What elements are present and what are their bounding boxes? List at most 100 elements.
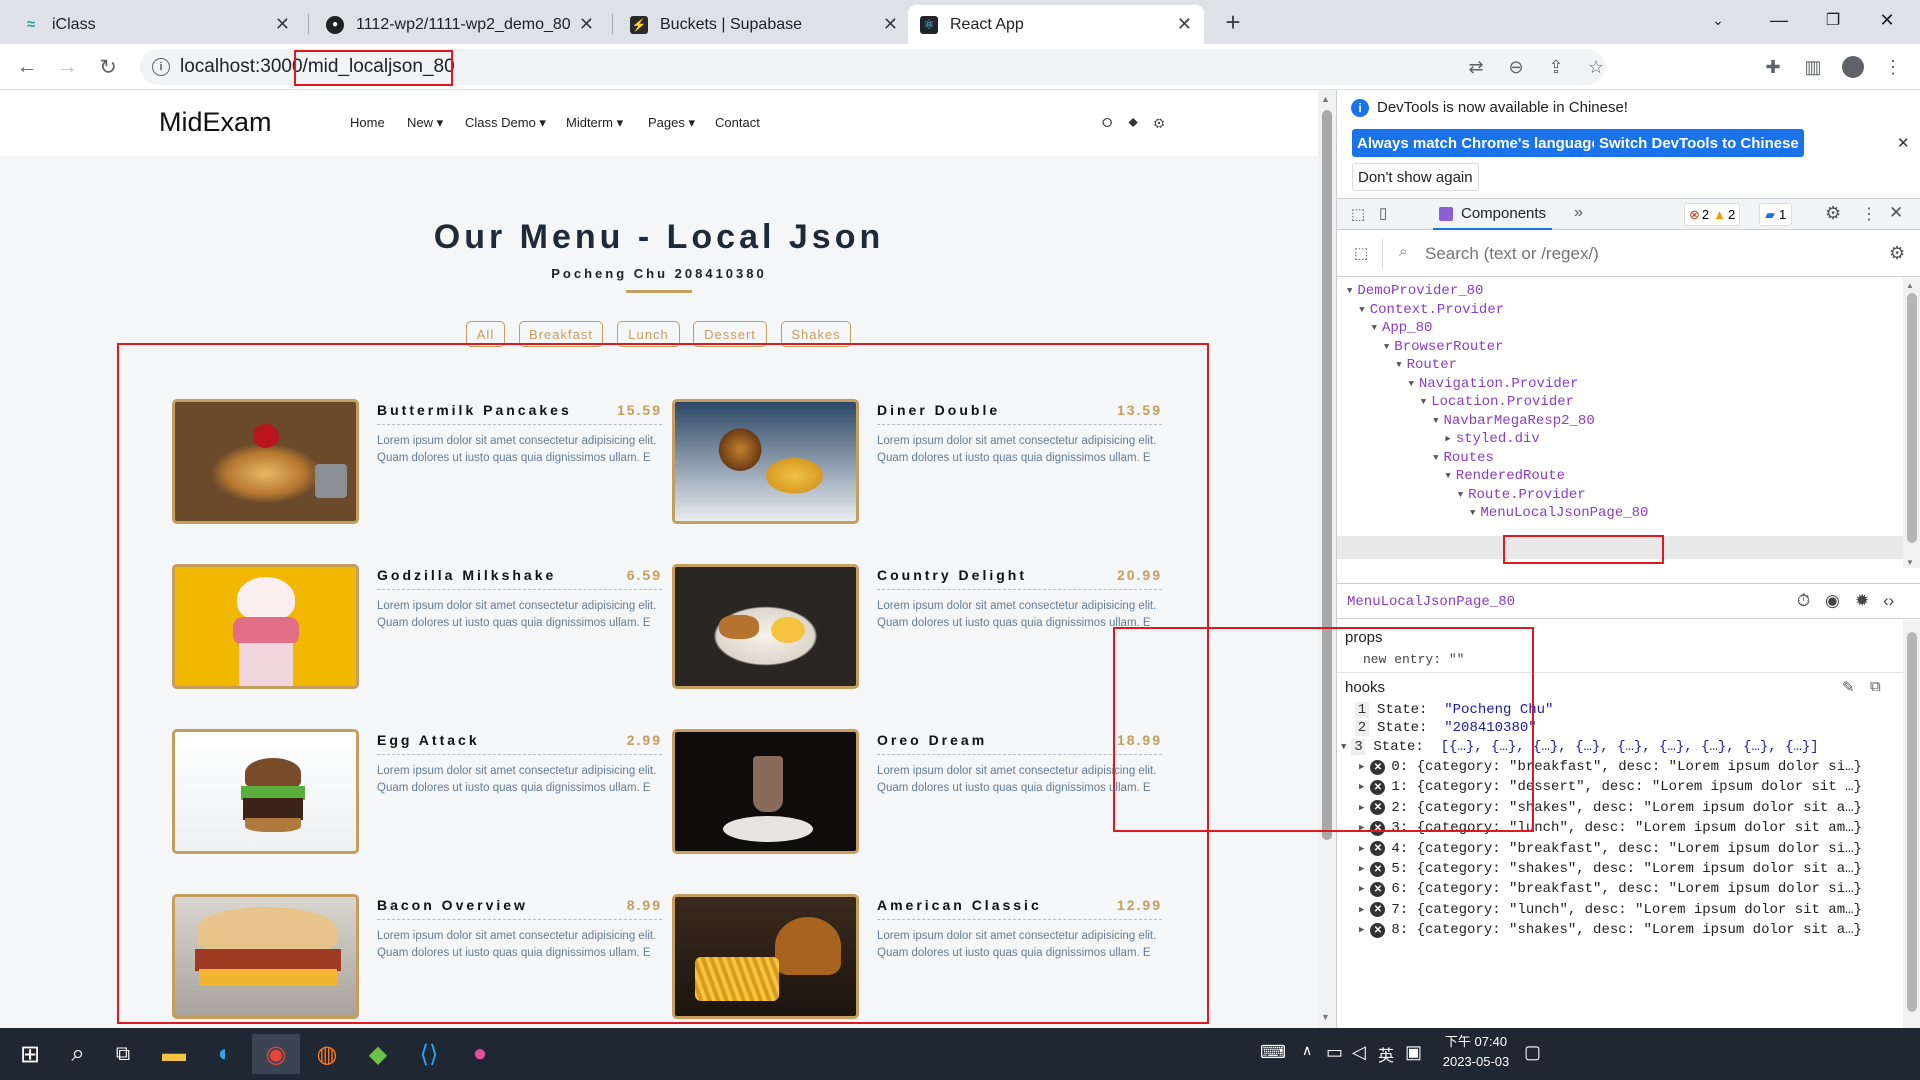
expand-toggle-icon[interactable]: ▶ [1445,434,1450,444]
bug-icon[interactable]: ✹ [1855,591,1869,611]
eye-icon[interactable]: ◉ [1825,591,1840,611]
vscode-icon[interactable]: ⟨⟩ [405,1034,453,1074]
back-icon[interactable]: ← [12,52,42,82]
remove-item-icon[interactable]: ✕ [1370,841,1386,857]
network-icon[interactable]: ▭ [1326,1042,1343,1063]
firefox-icon[interactable]: ◍ [303,1034,351,1074]
select-component-icon[interactable]: ⬚ [1354,244,1368,262]
expand-toggle-icon[interactable]: ▶ [1359,925,1364,935]
nav-class-demo[interactable]: Class Demo ▾ [465,115,546,131]
reload-icon[interactable]: ↻ [93,52,123,82]
chrome-menu-icon[interactable]: ⋮ [1880,54,1906,80]
expand-toggle-icon[interactable]: ▼ [1384,342,1389,352]
close-banner-icon[interactable]: ✕ [1897,134,1910,152]
profile-avatar[interactable] [1840,54,1866,80]
share-icon[interactable]: ⇪ [1543,54,1569,80]
chrome-icon[interactable]: ◉ [252,1034,300,1074]
issues-counter[interactable]: ⊗ 2 ▲ 2 [1684,203,1741,226]
expand-toggle-icon[interactable]: ▼ [1359,305,1364,315]
maximize-button[interactable]: ❐ [1810,0,1856,40]
keyboard-icon[interactable]: ⌨ [1260,1042,1286,1063]
ime-indicator[interactable]: 英 [1378,1042,1394,1066]
tree-scrollbar[interactable]: ▲ ▼ [1903,278,1920,568]
start-windows-icon[interactable]: ⊞ [6,1034,54,1074]
drop-app-icon[interactable]: ● [456,1034,504,1074]
close-tab-icon[interactable]: ✕ [1177,14,1192,35]
expand-toggle-icon[interactable]: ▼ [1409,379,1414,389]
inspect-element-icon[interactable]: ⬚ [1351,205,1365,223]
nav-midterm[interactable]: Midterm ▾ [566,115,623,131]
scroll-down-icon[interactable]: ▼ [1321,1012,1330,1022]
device-toolbar-icon[interactable]: ▯ [1379,204,1387,222]
component-settings-icon[interactable]: ⚙ [1889,243,1905,264]
component-tree-node[interactable]: ▼ MenuLocalJsonPage_80 [1337,502,1897,525]
zoom-icon[interactable]: ⊖ [1503,54,1529,80]
system-clock[interactable]: 下午 07:40 2023-05-03 [1436,1032,1516,1072]
extensions-icon[interactable]: ✚ [1760,54,1786,80]
notification-icon[interactable]: ▢ [1524,1042,1541,1063]
translate-icon[interactable]: ⇄ [1463,54,1489,80]
expand-toggle-icon[interactable]: ▼ [1445,471,1450,481]
expand-toggle-icon[interactable]: ▶ [1359,884,1364,894]
state-array-item[interactable]: ▶ ✕ 8: {category: "shakes", desc: "Lorem i… [1359,918,1903,943]
expand-toggle-icon[interactable]: ▼ [1347,286,1352,296]
parse-hooks-icon[interactable]: ✎ [1842,678,1855,696]
site-info-icon[interactable]: i [152,58,170,76]
remove-item-icon[interactable]: ✕ [1370,922,1386,938]
forward-icon[interactable]: → [52,52,82,82]
devtools-menu-icon[interactable]: ⋮ [1861,204,1877,224]
nav-home[interactable]: Home [350,115,385,130]
detail-scrollbar[interactable] [1903,620,1920,1028]
close-tab-icon[interactable]: ✕ [883,14,898,35]
nav-new[interactable]: New ▾ [407,115,443,131]
switch-chinese-button[interactable]: Switch DevTools to Chinese [1594,129,1804,157]
tab-github[interactable]: ● 1112-wp2/1111-wp2_demo_80 ✕ [314,5,606,44]
expand-toggle-icon[interactable]: ▼ [1421,397,1426,407]
volume-icon[interactable]: ◁ [1352,1042,1366,1063]
scroll-up-icon[interactable]: ▲ [1321,94,1330,104]
expand-toggle-icon[interactable]: ▶ [1359,844,1364,854]
site-brand[interactable]: MidExam [159,107,272,138]
component-search-input[interactable] [1425,240,1805,268]
search-icon[interactable]: ⌕ [54,1034,102,1074]
close-tab-icon[interactable]: ✕ [275,14,290,35]
timer-icon[interactable]: ⏱ [1797,591,1810,611]
copy-icon[interactable]: ⧉ [1870,678,1881,695]
more-tabs-icon[interactable]: » [1574,204,1583,222]
expand-toggle-icon[interactable]: ▶ [1359,864,1364,874]
match-language-button[interactable]: Always match Chrome's language [1352,129,1605,157]
new-tab-button[interactable]: + [1218,8,1248,38]
remove-item-icon[interactable]: ✕ [1370,902,1386,918]
minimize-button[interactable]: — [1756,0,1802,40]
expand-toggle-icon[interactable]: ▼ [1433,453,1438,463]
tray-chevron-icon[interactable]: ∧ [1302,1042,1312,1059]
edge-icon[interactable]: ◐ [201,1034,249,1074]
close-window-button[interactable]: ✕ [1864,0,1910,40]
dont-show-again-button[interactable]: Don't show again [1352,163,1479,191]
nav-contact[interactable]: Contact [715,115,760,130]
settings-gear-icon[interactable]: ⚙ [1825,203,1841,224]
sourcetree-icon[interactable]: ◆ [354,1034,402,1074]
nav-pages[interactable]: Pages ▾ [648,115,695,131]
messages-counter[interactable]: ▰ 1 [1759,203,1793,226]
ime-pad-icon[interactable]: ▣ [1405,1042,1422,1063]
remove-item-icon[interactable]: ✕ [1370,881,1386,897]
tab-iclass[interactable]: ≈ iClass ✕ [10,5,302,44]
tab-react-app[interactable]: ⚛ React App ✕ [908,5,1204,44]
page-scrollbar[interactable]: ▲ ▼ [1318,90,1336,1028]
components-tab[interactable]: Components [1433,199,1553,230]
expand-toggle-icon[interactable]: ▼ [1396,360,1401,370]
file-explorer-icon[interactable]: ▬ [150,1034,198,1074]
nav-social-icons[interactable]: ⭘ ◆ ⚙ [1102,115,1170,131]
tab-search-icon[interactable]: ⌄ [1695,0,1741,40]
expand-toggle-icon[interactable]: ▼ [1372,323,1377,333]
side-panel-icon[interactable]: ▥ [1800,54,1826,80]
expand-toggle-icon[interactable]: ▼ [1470,508,1475,518]
bookmark-star-icon[interactable]: ☆ [1583,54,1609,80]
expand-toggle-icon[interactable]: ▼ [1458,490,1463,500]
close-devtools-icon[interactable]: ✕ [1889,203,1903,223]
expand-toggle-icon[interactable]: ▶ [1359,905,1364,915]
expand-toggle-icon[interactable]: ▼ [1433,416,1438,426]
close-tab-icon[interactable]: ✕ [579,14,594,35]
tab-supabase[interactable]: ⚡ Buckets | Supabase ✕ [618,5,910,44]
